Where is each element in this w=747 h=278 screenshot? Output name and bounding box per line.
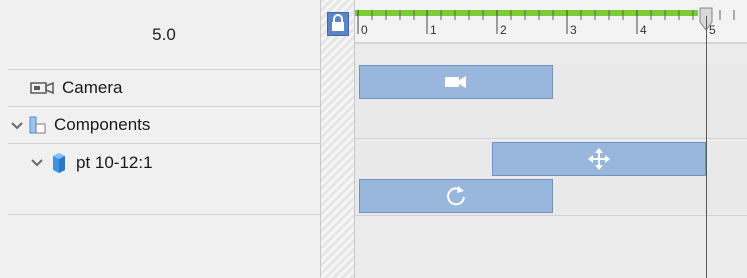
track-row-camera[interactable]: Camera: [8, 69, 320, 107]
ruler-accent-bar: [355, 10, 698, 16]
ruler-tick-label: 2: [500, 23, 507, 37]
time-ruler[interactable]: 0 1 2 3 4 5: [355, 0, 747, 44]
camera-icon: [30, 81, 54, 94]
hatched-gutter: [321, 0, 355, 278]
rotate-clip[interactable]: [359, 179, 553, 213]
timeline-area[interactable]: 0 1 2 3 4 5: [355, 0, 747, 278]
timeline-lock-button[interactable]: [327, 12, 349, 36]
ruler-tick-label: 0: [361, 23, 368, 37]
camera-clip[interactable]: [359, 65, 553, 99]
move-arrows-icon: [588, 148, 610, 170]
track-tree-panel: 5.0 Camera Components pt 10-12:1: [8, 0, 320, 278]
components-icon: [29, 116, 46, 133]
timeline-track-components[interactable]: [355, 101, 747, 139]
track-row-components[interactable]: Components: [8, 106, 320, 144]
ruler-tick-label: 3: [570, 23, 577, 37]
track-label: Camera: [62, 77, 123, 97]
move-clip[interactable]: [492, 142, 706, 176]
playhead-line[interactable]: [706, 16, 707, 278]
current-time-display: 5.0: [8, 0, 320, 70]
ruler-tick-label: 4: [640, 23, 647, 37]
track-label: Components: [54, 114, 151, 134]
lock-icon: [332, 14, 344, 31]
rotate-icon: [447, 186, 465, 206]
ruler-tick-label: 1: [430, 23, 437, 37]
chevron-down-icon[interactable]: [10, 118, 24, 132]
track-row-object[interactable]: pt 10-12:1: [8, 143, 320, 215]
chevron-down-icon[interactable]: [30, 155, 44, 169]
track-label: pt 10-12:1: [76, 153, 153, 172]
object-cube-icon: [53, 153, 65, 173]
video-camera-icon: [445, 76, 466, 88]
